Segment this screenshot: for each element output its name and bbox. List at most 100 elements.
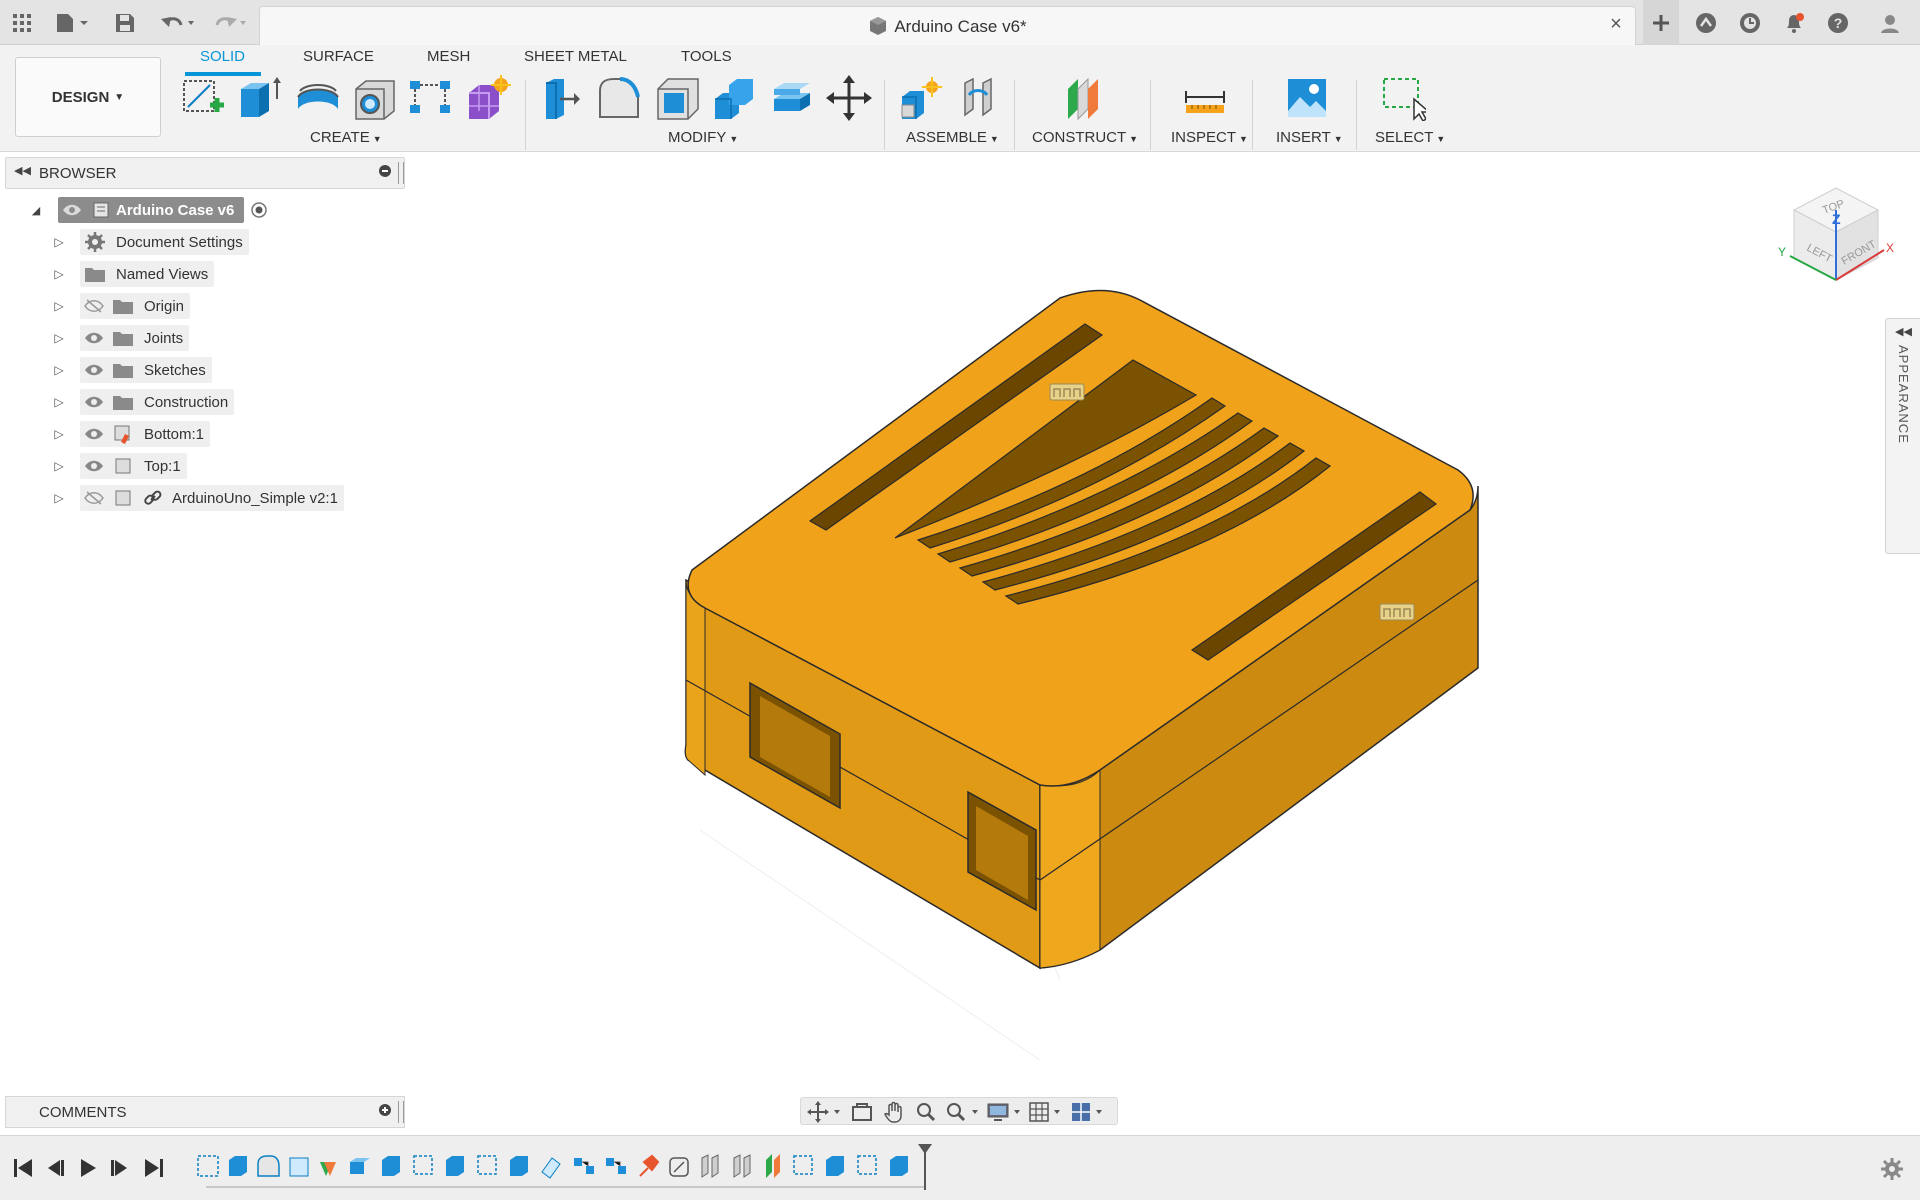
new-tab-icon[interactable] — [1643, 0, 1679, 45]
close-tab-button[interactable]: × — [1605, 13, 1627, 36]
browser-item-top[interactable]: Top:1 — [80, 453, 187, 479]
extensions-icon[interactable] — [1692, 0, 1720, 45]
measure-icon[interactable] — [1182, 75, 1228, 121]
step-back-icon[interactable] — [44, 1157, 66, 1179]
tab-sheet-metal[interactable]: SHEET METAL — [524, 48, 627, 72]
go-to-end-icon[interactable] — [143, 1157, 165, 1179]
collapse-panel-icon[interactable]: ◀◀ — [14, 164, 31, 177]
visibility-eye-icon[interactable] — [80, 460, 108, 472]
view-cube[interactable]: TOP LEFT FRONT X Y Z — [1776, 180, 1896, 300]
activate-radio-icon[interactable] — [250, 201, 268, 219]
look-at-icon[interactable] — [851, 1101, 873, 1123]
go-to-start-icon[interactable] — [12, 1157, 34, 1179]
save-icon[interactable] — [112, 0, 138, 45]
browser-item-arduinouno[interactable]: ArduinoUno_Simple v2:1 — [80, 485, 344, 511]
expand-triangle-icon[interactable]: ▷ — [51, 421, 67, 447]
grid-settings-icon[interactable] — [1029, 1101, 1065, 1123]
visibility-eye-icon[interactable] — [58, 204, 86, 216]
browser-options-icon[interactable] — [378, 164, 392, 182]
account-icon[interactable] — [1876, 0, 1904, 45]
zoom-icon[interactable] — [915, 1101, 937, 1123]
offset-plane-icon[interactable] — [1060, 75, 1106, 121]
assemble-menu[interactable]: ASSEMBLE ▼ — [906, 129, 999, 146]
tab-solid[interactable]: SOLID — [200, 48, 245, 72]
display-settings-icon[interactable] — [987, 1101, 1023, 1123]
expand-triangle-icon[interactable]: ▷ — [51, 229, 67, 255]
browser-item-named-views[interactable]: Named Views — [80, 261, 215, 287]
add-comment-icon[interactable] — [378, 1103, 392, 1121]
browser-item-document-settings[interactable]: Document Settings — [80, 229, 249, 255]
create-form-icon[interactable] — [465, 75, 511, 121]
offset-face-icon[interactable] — [768, 75, 814, 121]
new-component-icon[interactable] — [898, 75, 944, 121]
browser-item-construction[interactable]: Construction — [80, 389, 235, 415]
shell-icon[interactable] — [654, 75, 700, 121]
job-status-icon[interactable] — [1736, 0, 1764, 45]
step-forward-icon[interactable] — [109, 1157, 131, 1179]
hidden-eye-icon[interactable] — [80, 299, 108, 313]
hole-icon[interactable] — [352, 75, 398, 121]
visibility-eye-icon[interactable] — [80, 364, 108, 376]
panel-resize-handle[interactable] — [398, 162, 404, 184]
tab-tools[interactable]: TOOLS — [681, 48, 732, 72]
insert-menu[interactable]: INSERT ▼ — [1276, 129, 1343, 146]
pan-hand-icon[interactable] — [883, 1101, 905, 1123]
comments-panel[interactable]: COMMENTS — [5, 1096, 405, 1128]
expand-triangle-icon[interactable]: ▷ — [51, 453, 67, 479]
window-select-icon[interactable] — [1380, 75, 1426, 121]
tab-surface[interactable]: SURFACE — [303, 48, 374, 72]
expand-triangle-icon[interactable]: ▷ — [51, 293, 67, 319]
redo-icon[interactable] — [210, 0, 250, 45]
revolve-icon[interactable] — [295, 75, 341, 121]
expand-triangle-icon[interactable]: ▷ — [51, 485, 67, 511]
inspect-menu[interactable]: INSPECT ▼ — [1171, 129, 1248, 146]
play-icon[interactable] — [77, 1157, 99, 1179]
expand-triangle-icon[interactable]: ▷ — [51, 325, 67, 351]
expand-triangle-icon[interactable]: ▷ — [51, 389, 67, 415]
document-tab[interactable]: Arduino Case v6* × — [259, 6, 1636, 45]
combine-icon[interactable] — [711, 75, 757, 121]
expand-triangle-icon[interactable]: ▷ — [51, 357, 67, 383]
browser-item-sketches[interactable]: Sketches — [80, 357, 212, 383]
create-sketch-icon[interactable] — [180, 75, 226, 121]
viewports-icon[interactable] — [1071, 1101, 1107, 1123]
appearance-panel-tab[interactable]: ◀◀ APPEARANCE — [1885, 318, 1920, 554]
joint-icon[interactable] — [955, 75, 1001, 121]
fit-zoom-icon[interactable] — [945, 1101, 981, 1123]
extrude-icon[interactable] — [237, 75, 283, 121]
visibility-eye-icon[interactable] — [80, 332, 108, 344]
browser-item-joints[interactable]: Joints — [80, 325, 190, 351]
model-viewport[interactable] — [600, 220, 1500, 1080]
workspace-switcher[interactable]: DESIGN ▼ — [15, 57, 161, 137]
browser-item-origin[interactable]: Origin — [80, 293, 191, 319]
pattern-icon[interactable] — [408, 75, 454, 121]
timeline-marker-handle-icon[interactable] — [918, 1144, 932, 1154]
panel-resize-handle[interactable] — [398, 1101, 404, 1123]
orbit-icon[interactable] — [807, 1101, 843, 1123]
browser-root-row[interactable]: ◢ Arduino Case v6 — [28, 197, 268, 223]
tab-mesh[interactable]: MESH — [427, 48, 470, 72]
visibility-eye-icon[interactable] — [80, 428, 108, 440]
fillet-icon[interactable] — [596, 75, 642, 121]
press-pull-icon[interactable] — [538, 75, 584, 121]
modify-menu[interactable]: MODIFY ▼ — [668, 129, 738, 146]
collapse-triangle-icon[interactable]: ◢ — [28, 204, 44, 217]
timeline-settings-gear-icon[interactable] — [1880, 1157, 1904, 1181]
collapse-arrows-icon[interactable]: ◀◀ — [1895, 325, 1912, 338]
timeline-features[interactable] — [196, 1152, 926, 1184]
move-copy-icon[interactable] — [826, 75, 872, 121]
select-menu[interactable]: SELECT ▼ — [1375, 129, 1445, 146]
undo-icon[interactable] — [158, 0, 198, 45]
visibility-eye-icon[interactable] — [80, 396, 108, 408]
browser-item-bottom[interactable]: Bottom:1 — [80, 421, 211, 447]
insert-image-icon[interactable] — [1284, 75, 1330, 121]
file-menu-icon[interactable] — [52, 0, 92, 45]
apps-grid-icon[interactable] — [8, 0, 36, 45]
construct-menu[interactable]: CONSTRUCT ▼ — [1032, 129, 1138, 146]
help-icon[interactable]: ? — [1824, 0, 1852, 45]
hidden-eye-icon[interactable] — [80, 491, 108, 505]
group-divider — [1150, 80, 1151, 150]
expand-triangle-icon[interactable]: ▷ — [51, 261, 67, 287]
notifications-icon[interactable] — [1780, 0, 1808, 45]
create-menu[interactable]: CREATE ▼ — [310, 129, 382, 146]
